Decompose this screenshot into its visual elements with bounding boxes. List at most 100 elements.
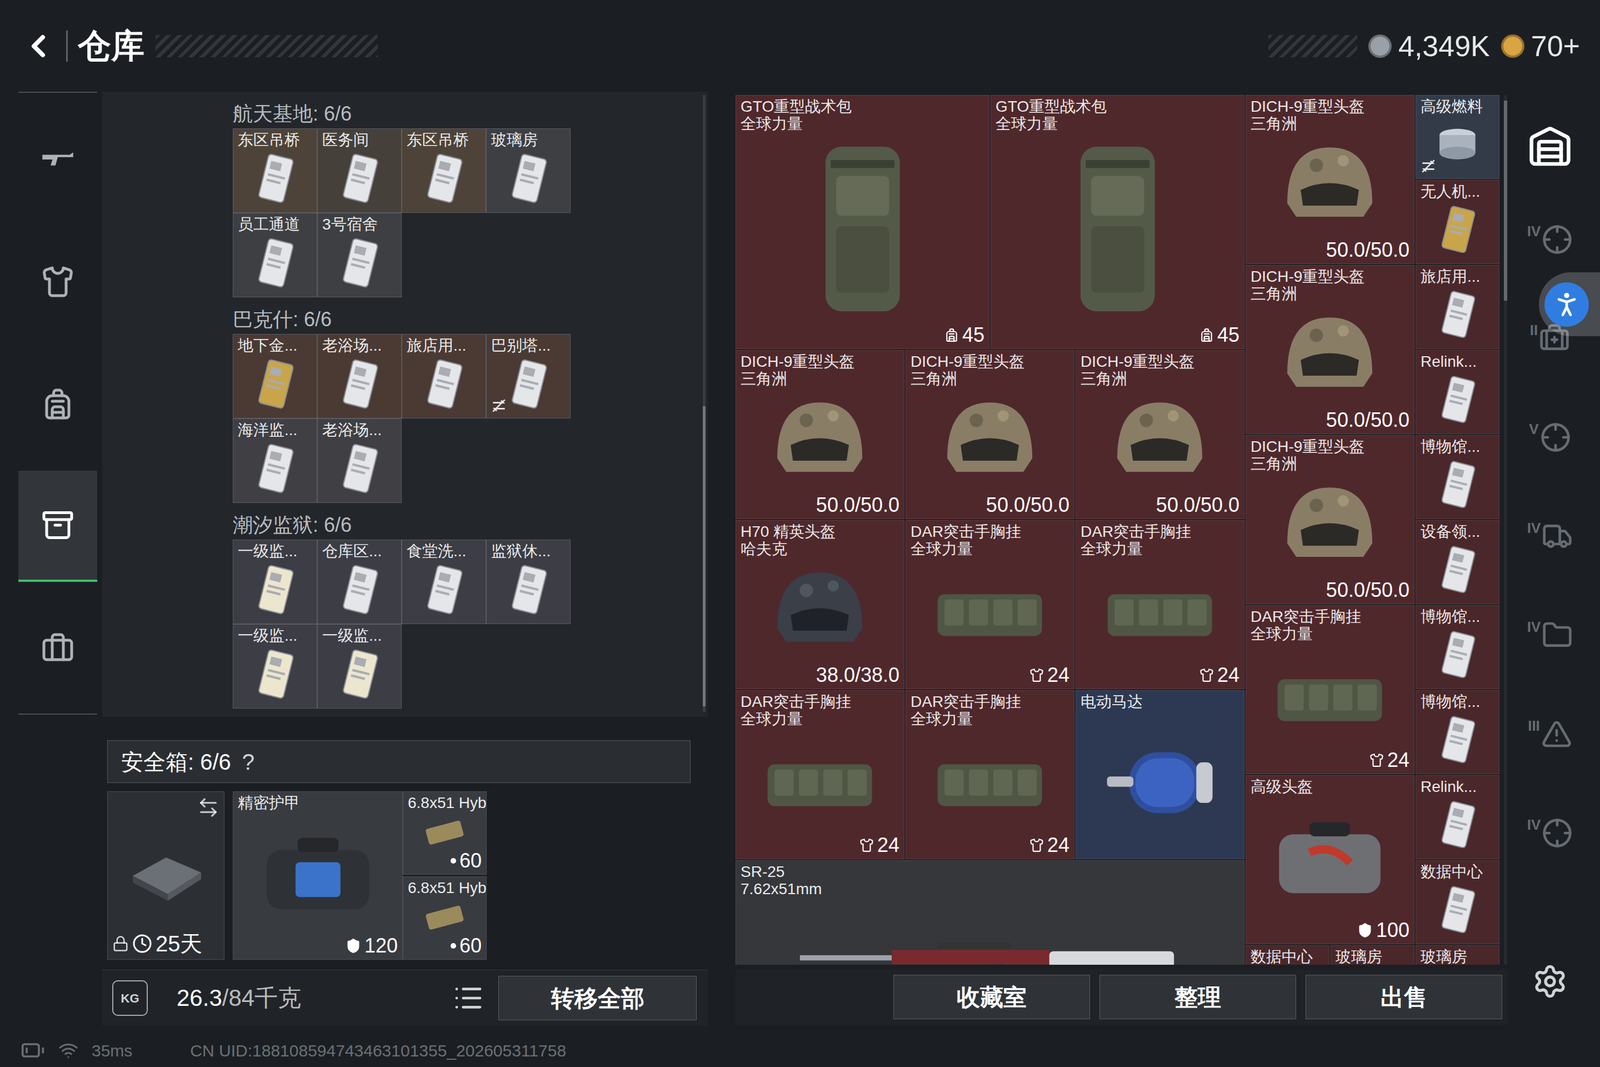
help-button[interactable]: ? (242, 750, 255, 773)
stash-item[interactable]: DICH-9重型头盔三角洲50.0/50.0 (1075, 350, 1245, 519)
keycard-slot[interactable]: 老浴场... (317, 418, 402, 503)
folder-icon (1541, 619, 1573, 651)
side-tab[interactable]: III (1519, 710, 1581, 772)
stash-item[interactable]: 高级头盔100 (1245, 775, 1415, 944)
item-sub: 三角洲 (1250, 115, 1410, 133)
stash-item[interactable]: DAR突击手胸挂全球力量24 (735, 690, 905, 859)
stash-item[interactable]: SR-257.62x51mm (735, 860, 1245, 965)
stash-item[interactable]: 设备领... (1415, 520, 1500, 604)
swap-icon[interactable] (197, 796, 220, 819)
safe-case[interactable]: 25天 (107, 791, 225, 960)
keycard-slot[interactable]: 东区吊桥 (232, 128, 318, 213)
keycard-slot[interactable]: 地下金... (232, 333, 318, 419)
accessibility-button[interactable] (1538, 272, 1600, 337)
keycard-slot[interactable]: 旅店用... (401, 333, 487, 419)
stash-item[interactable]: 数据中心 (1245, 945, 1330, 965)
stash-item[interactable]: 玻璃房 (1415, 945, 1500, 965)
capacity-icon (1199, 667, 1214, 683)
keycard-slot[interactable]: 一级监... (232, 539, 318, 624)
nav-item[interactable] (18, 592, 98, 704)
nav-item[interactable] (18, 348, 98, 460)
keycard-slot[interactable]: 海洋监... (232, 418, 318, 503)
nav-item[interactable] (18, 103, 98, 215)
keycard-slot[interactable]: 东区吊桥 (401, 128, 487, 213)
currency[interactable]: 4,349K (1368, 31, 1490, 61)
keycard-label: 东区吊桥 (406, 131, 482, 149)
item-sub: 全球力量 (1080, 540, 1240, 558)
stash-item[interactable]: GTO重型战术包全球力量45 (735, 95, 990, 349)
clock-icon (132, 933, 153, 954)
side-tab[interactable]: IV (1519, 809, 1581, 871)
keycard-slot[interactable]: 一级监... (232, 623, 318, 709)
currency-bar: 4,349K 70+ (1268, 29, 1580, 63)
lock-icon (112, 935, 129, 952)
rifle-icon (793, 901, 1188, 965)
stash-item[interactable]: 博物馆... (1415, 435, 1500, 519)
stash-item[interactable]: DICH-9重型头盔三角洲50.0/50.0 (1245, 95, 1415, 264)
stash-item[interactable]: 数据中心 (1415, 860, 1500, 944)
stash-item[interactable]: DAR突击手胸挂全球力量24 (905, 520, 1075, 689)
keycard-slot[interactable]: 仓库区... (317, 539, 402, 624)
side-tab[interactable] (1519, 117, 1581, 179)
stash-item[interactable]: DAR突击手胸挂全球力量24 (1075, 520, 1245, 689)
stash-item[interactable]: 高级燃料 (1415, 95, 1500, 179)
transfer-all-button[interactable]: 转移全部 (498, 975, 697, 1020)
stash-item[interactable]: DAR突击手胸挂全球力量24 (905, 690, 1075, 859)
item-value: 50.0/50.0 (1080, 495, 1240, 515)
accessibility-icon (1551, 288, 1583, 320)
action-button[interactable]: 整理 (1099, 974, 1297, 1019)
armor-icon (41, 265, 75, 299)
keycard-slot[interactable]: 监狱休... (486, 539, 571, 624)
stash-item[interactable]: DAR突击手胸挂全球力量24 (1245, 605, 1415, 774)
restricted-icon (490, 396, 508, 415)
stash-item[interactable]: DICH-9重型头盔三角洲50.0/50.0 (735, 350, 905, 519)
keycard-label: 仓库区... (322, 542, 397, 560)
currency[interactable]: 70+ (1501, 31, 1580, 61)
stash-item[interactable]: DICH-9重型头盔三角洲50.0/50.0 (1245, 265, 1415, 434)
keycard-icon (332, 646, 387, 703)
back-icon[interactable] (20, 28, 57, 64)
stash-item[interactable]: 博物馆... (1415, 605, 1500, 689)
item-name: 6.8x51 Hybrid (407, 878, 482, 897)
settings-icon[interactable] (1532, 963, 1568, 999)
weight-bar: KG26.3/84千克转移全部 (102, 969, 708, 1026)
nav-item[interactable] (18, 226, 98, 338)
item-name: 数据中心 (1250, 947, 1325, 965)
stash-item[interactable]: Relink... (1415, 775, 1500, 859)
section-title: 巴克什: 6/6 (232, 297, 708, 334)
keycard-slot[interactable]: 员工通道 (232, 212, 318, 298)
keycard-slot[interactable]: 一级监... (317, 623, 402, 709)
keycard-slot[interactable]: 玻璃房 (486, 128, 571, 213)
stash-item[interactable]: DICH-9重型头盔三角洲50.0/50.0 (1245, 435, 1415, 604)
section-title: 航天基地: 6/6 (232, 91, 708, 129)
side-tab[interactable]: V (1519, 413, 1581, 475)
list-icon[interactable] (452, 982, 484, 1014)
stash-item[interactable]: 旅店用... (1415, 265, 1500, 349)
keycard-slot[interactable]: 3号宿舍 (317, 212, 402, 298)
keycard-slot[interactable]: 巴别塔... (486, 333, 571, 419)
keycard-slot[interactable]: 食堂洗... (401, 539, 487, 624)
stash-item[interactable]: Relink... (1415, 350, 1500, 434)
stash-item[interactable]: 博物馆... (1415, 690, 1500, 774)
scrollbar[interactable] (702, 95, 706, 712)
stash-scrollbar[interactable] (1503, 95, 1508, 965)
action-button[interactable]: 出售 (1305, 974, 1503, 1019)
item-sub: 7.62x51mm (740, 880, 1240, 898)
side-tab[interactable]: IV (1519, 611, 1581, 673)
action-button[interactable]: 收藏室 (893, 974, 1090, 1019)
keycard-slot[interactable]: 医务间 (317, 128, 402, 213)
nav-item[interactable] (18, 470, 98, 582)
stash-item[interactable]: GTO重型战术包全球力量45 (990, 95, 1245, 349)
safe-case-icon (118, 842, 214, 909)
stash-item[interactable]: DICH-9重型头盔三角洲50.0/50.0 (905, 350, 1075, 519)
keycard-slot[interactable]: 老浴场... (317, 333, 402, 419)
side-tab[interactable]: IV (1519, 512, 1581, 574)
stash-item[interactable]: 玻璃房 (1330, 945, 1415, 965)
stash-item[interactable]: 电动马达 (1075, 690, 1245, 859)
stash-item[interactable]: 无人机... (1415, 180, 1500, 264)
stash-item[interactable]: 6.8x51 Hybrid60 (402, 876, 487, 960)
stash-item[interactable]: H70 精英头盔哈夫克38.0/38.0 (735, 520, 905, 689)
stash-item[interactable]: 精密护甲120 (232, 791, 403, 960)
stash-item[interactable]: 6.8x51 Hybrid60 (402, 791, 487, 875)
side-tab[interactable]: IV (1519, 216, 1581, 278)
